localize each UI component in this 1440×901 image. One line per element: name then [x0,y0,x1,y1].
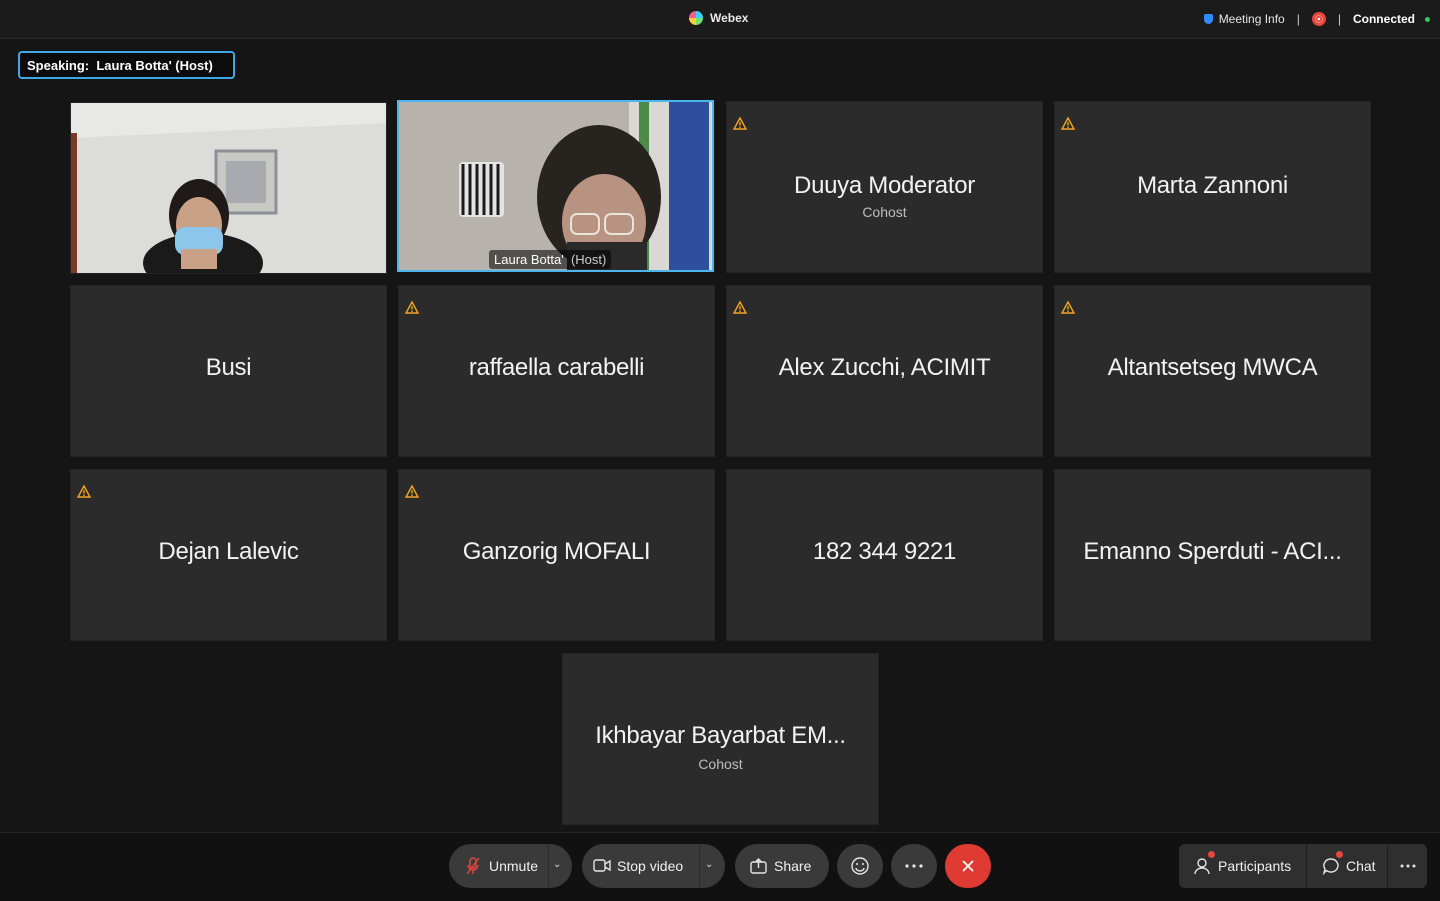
recording-icon[interactable]: ⦿ [1311,12,1326,26]
video-camera-icon[interactable] [593,859,611,872]
webex-logo-icon [689,11,703,25]
chevron-down-icon[interactable]: ⌄ [705,859,713,870]
participant-name: Marta Zannoni [1137,172,1288,199]
share-button[interactable]: Share [735,844,829,888]
warning-icon [1061,301,1075,314]
participant-name: Alex Zucchi, ACIMIT [778,354,991,381]
panel-buttons-group: Participants Chat [1179,844,1427,888]
participant-name: Emanno Sperduti - ACI... [1083,538,1342,565]
host-name-label: Laura Botta' (Host) [489,250,612,269]
participant-tile[interactable]: Dejan Lalevic [70,469,387,641]
share-icon [750,858,767,874]
more-horizontal-icon [905,864,923,868]
participant-role: Cohost [698,756,743,772]
shield-icon [1203,14,1213,24]
participant-video-tile[interactable] [70,102,387,274]
participant-name: Altantsetseg MWCA [1107,354,1318,381]
warning-icon [405,485,419,498]
separator: | [1296,12,1300,26]
more-options-button[interactable] [891,844,937,888]
participant-name: raffaella carabelli [468,354,645,381]
warning-icon [77,485,91,498]
warning-icon [405,301,419,314]
more-panels-button[interactable] [1388,844,1427,888]
participants-icon [1194,858,1210,875]
participant-video-feed [71,103,386,273]
divider [699,844,700,888]
participant-tile[interactable]: Marta Zannoni [1054,101,1371,273]
participant-tile[interactable]: Duuya Moderator Cohost [726,101,1043,273]
participant-tile[interactable]: Busi [70,285,387,457]
warning-icon [733,117,747,130]
app-title: Webex [689,11,748,25]
more-horizontal-icon [1400,864,1415,868]
participant-tile[interactable]: 182 344 9221 [726,469,1043,641]
stop-video-button-group: Stop video ⌄ [582,844,725,888]
title-bar: Webex Meeting Info | ⦿ | Connected [0,0,1440,39]
participant-tile[interactable]: Alex Zucchi, ACIMIT [726,285,1043,457]
muted-microphone-icon[interactable] [466,857,480,875]
notification-dot-icon [1208,851,1215,858]
connection-status: Connected [1352,12,1415,26]
speaking-indicator: Speaking: Laura Botta' (Host) [18,51,235,79]
participant-tile[interactable]: Emanno Sperduti - ACI... [1054,469,1371,641]
smiley-icon [851,857,869,875]
participant-name: Ikhbayar Bayarbat EM... [595,722,846,749]
participant-name: Dejan Lalevic [158,538,299,565]
participants-label: Participants [1218,858,1292,874]
connected-indicator-icon [1425,16,1430,22]
reactions-button[interactable] [837,844,883,888]
participant-name: Ganzorig MOFALI [462,538,651,565]
participant-tile[interactable]: Ganzorig MOFALI [398,469,715,641]
meeting-info-link[interactable]: Meeting Info [1219,12,1285,26]
unmute-button[interactable]: Unmute [489,858,538,874]
participant-video-tile-host[interactable]: Laura Botta' (Host) [397,100,714,272]
notification-dot-icon [1336,851,1343,858]
share-label: Share [774,858,812,874]
chat-button[interactable]: Chat [1307,844,1387,888]
separator: | [1337,12,1341,26]
participant-tile[interactable]: Altantsetseg MWCA [1054,285,1371,457]
participant-video-feed [399,102,712,270]
participant-role: Cohost [862,204,907,220]
participant-role: (Host) [570,252,607,267]
participant-name: Laura Botta' [494,252,564,267]
participant-name: 182 344 9221 [812,538,957,565]
participant-name: Busi [205,354,252,381]
participant-tile[interactable]: Ikhbayar Bayarbat EM... Cohost [562,653,879,825]
divider [548,844,549,888]
close-icon [962,860,974,872]
warning-icon [1061,117,1075,130]
unmute-button-group: Unmute ⌄ [449,844,572,888]
chat-label: Chat [1346,858,1376,874]
participants-button[interactable]: Participants [1179,844,1306,888]
warning-icon [733,301,747,314]
chat-icon [1322,858,1339,875]
meeting-status-area: Meeting Info | ⦿ | Connected [1203,12,1430,26]
participant-tile[interactable]: raffaella carabelli [398,285,715,457]
leave-meeting-button[interactable] [945,844,991,888]
chevron-down-icon[interactable]: ⌄ [553,859,561,870]
app-title-text: Webex [710,11,749,25]
stop-video-button[interactable]: Stop video [617,858,683,874]
participant-name: Duuya Moderator [794,172,975,199]
